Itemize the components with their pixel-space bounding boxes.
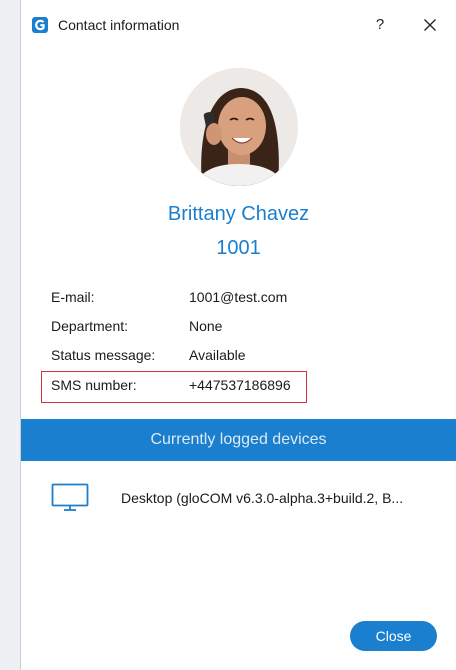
department-label: Department: [51,318,129,334]
contact-info-dialog: Contact information ? Brittany Chavez 10… [20,0,456,670]
email-value: 1001@test.com [189,289,288,305]
close-icon[interactable] [417,12,443,38]
avatar [180,68,298,186]
window-title: Contact information [58,17,180,33]
title-bar: Contact information ? [21,0,456,52]
status-value: Available [189,347,246,363]
department-value: None [189,318,223,334]
monitor-icon [51,483,89,518]
status-label: Status message: [51,347,156,363]
device-label: Desktop (gloCOM v6.3.0-alpha.3+build.2, … [121,490,404,506]
contact-name: Brittany Chavez [167,203,310,225]
device-list-item: Desktop (gloCOM v6.3.0-alpha.3+build.2, … [21,476,456,520]
close-button[interactable]: Close [350,621,437,651]
app-logo-icon [32,17,48,33]
sms-highlight-box [41,371,307,403]
help-button[interactable]: ? [369,13,391,37]
contact-extension: 1001 [216,237,261,259]
email-label: E-mail: [51,289,95,305]
devices-section-header: Currently logged devices [21,419,456,461]
